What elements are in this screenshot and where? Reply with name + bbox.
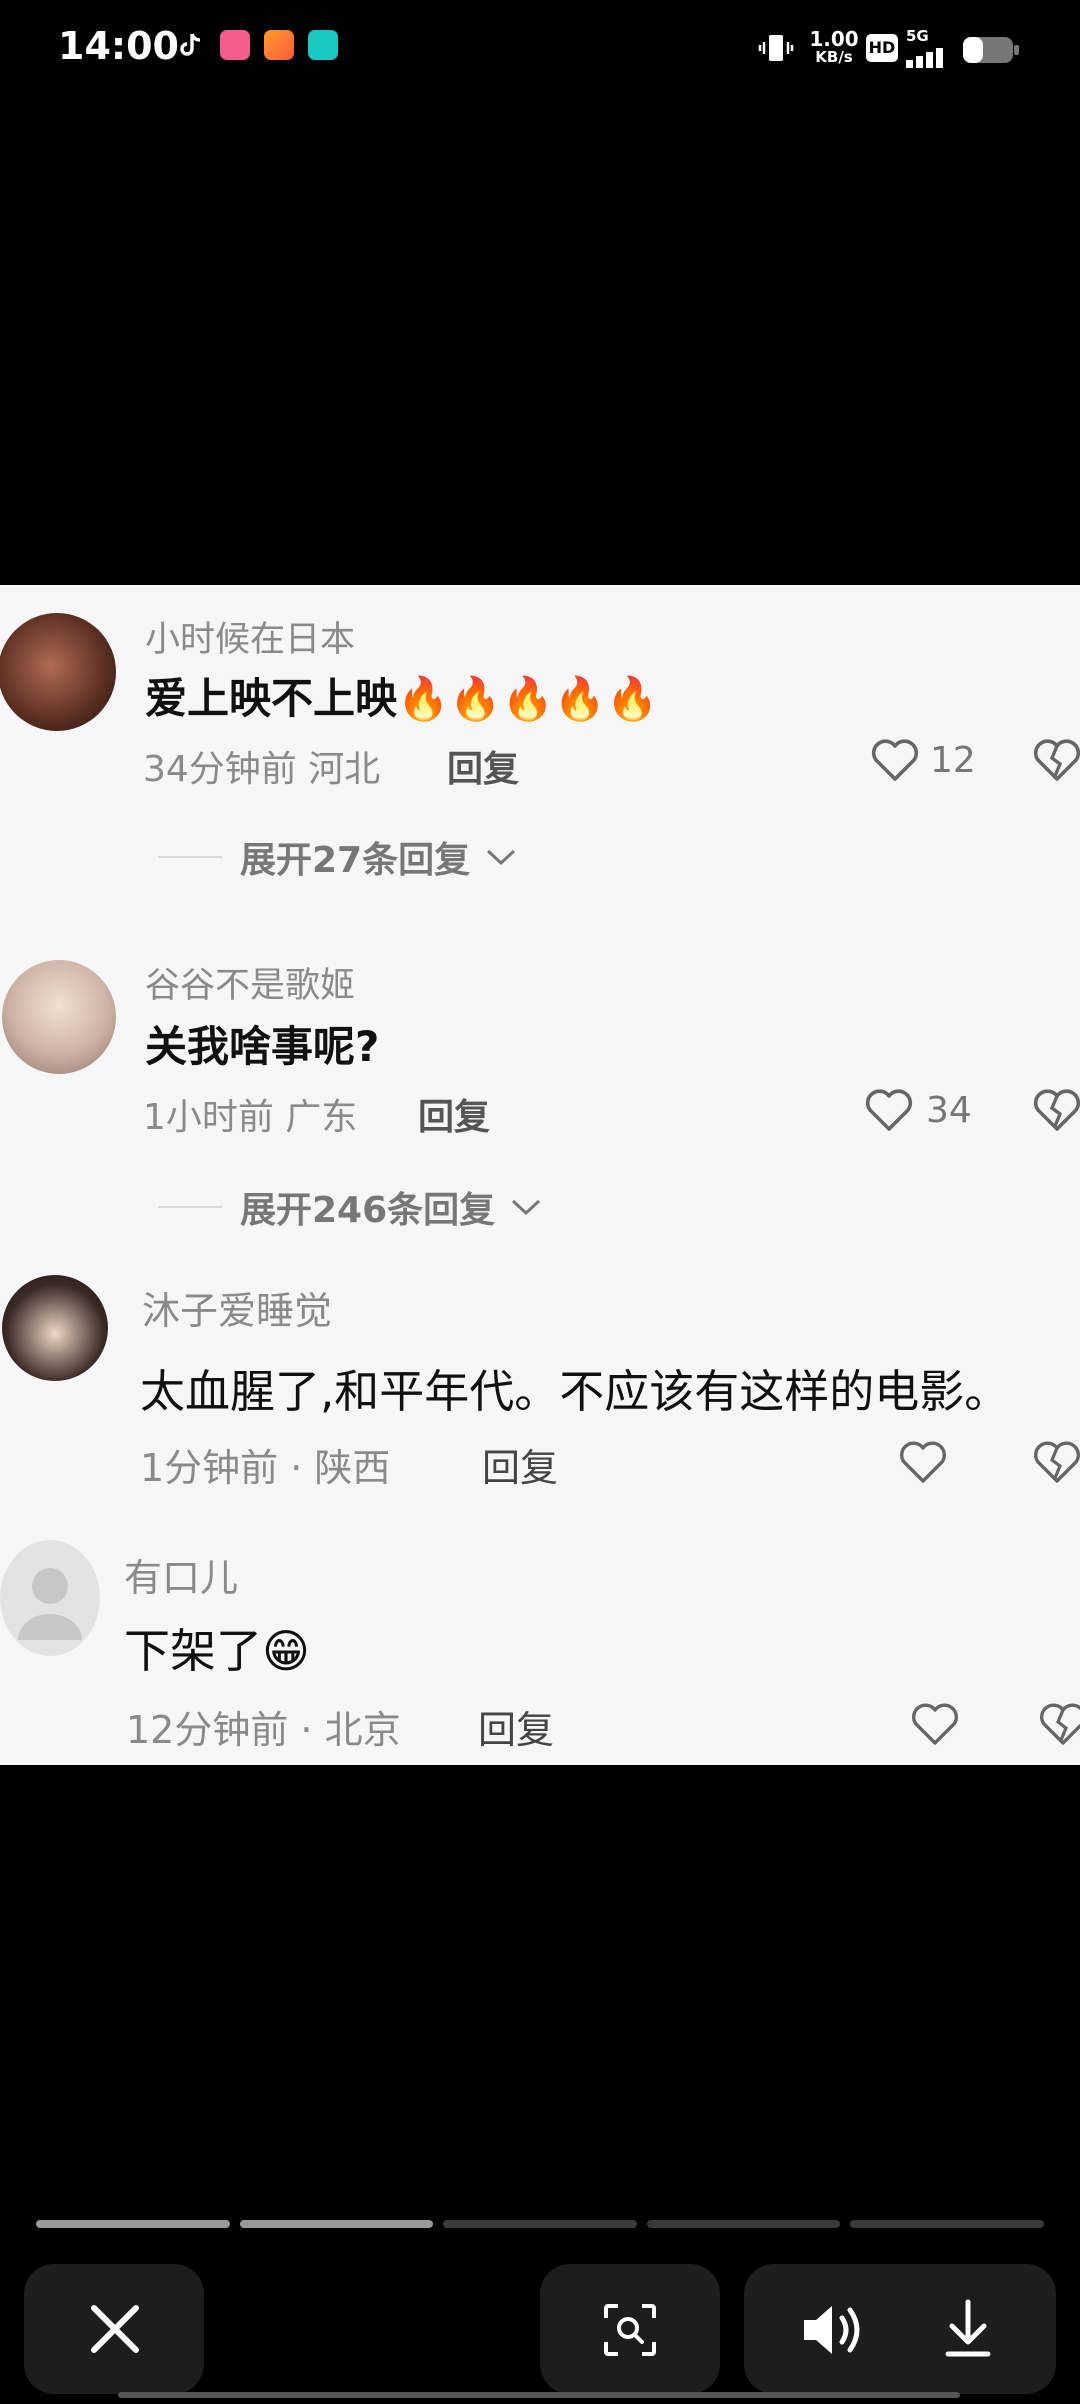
tiktok-lite-icon bbox=[308, 30, 338, 60]
avatar[interactable] bbox=[2, 960, 116, 1074]
hd-badge: HD bbox=[866, 34, 898, 62]
comment-meta: 1分钟前 · 陕西 bbox=[140, 1446, 391, 1490]
notification-icons bbox=[176, 30, 338, 60]
status-bar: 14:00 1.00 KB/s HD 5G bbox=[0, 0, 1080, 100]
dislike-icon[interactable] bbox=[1030, 1437, 1080, 1487]
reply-button[interactable]: 回复 bbox=[482, 1437, 558, 1492]
dislike-icon[interactable] bbox=[1030, 1085, 1080, 1135]
tiktok-icon bbox=[180, 33, 201, 56]
grin-emoji: 😁 bbox=[262, 1624, 310, 1678]
expand-label: 展开27条回复 bbox=[240, 840, 471, 881]
expand-replies[interactable]: 展开246条回复 bbox=[158, 1182, 543, 1232]
reply-button[interactable]: 回复 bbox=[478, 1699, 554, 1754]
pager-segment bbox=[239, 2220, 434, 2228]
dislike-icon[interactable] bbox=[1036, 1699, 1080, 1749]
speaker-icon[interactable] bbox=[800, 2302, 866, 2358]
media-controls bbox=[744, 2264, 1056, 2394]
battery-icon bbox=[963, 37, 1019, 63]
status-time: 14:00 bbox=[58, 24, 179, 68]
close-icon bbox=[91, 2305, 139, 2353]
like-icon[interactable] bbox=[862, 1085, 916, 1135]
video-app-icon bbox=[264, 30, 294, 60]
net-speed-value: 1.00 bbox=[809, 27, 859, 51]
comment-username[interactable]: 有口儿 bbox=[124, 1547, 238, 1602]
bilibili-icon bbox=[220, 30, 250, 60]
like-count: 12 bbox=[930, 740, 976, 781]
like-icon[interactable] bbox=[868, 735, 922, 785]
chevron-down-icon bbox=[512, 1199, 541, 1216]
avatar[interactable] bbox=[2, 1275, 108, 1381]
vibrate-icon bbox=[758, 35, 794, 61]
comment-text-body: 爱上映不上映 bbox=[145, 674, 398, 723]
pager-segment bbox=[36, 2220, 230, 2228]
signal-bars-icon bbox=[906, 48, 943, 68]
image-pager bbox=[36, 2220, 1044, 2228]
fire-emoji: 🔥🔥🔥🔥🔥 bbox=[397, 674, 659, 723]
like-icon[interactable] bbox=[896, 1437, 950, 1487]
comment-text: 下架了😁 bbox=[124, 1615, 310, 1681]
comment-screenshot: 小时候在日本 爱上映不上映🔥🔥🔥🔥🔥 34分钟前 河北 回复 12 展开27条回… bbox=[0, 585, 1080, 1765]
pager-segment bbox=[646, 2220, 841, 2228]
expand-divider bbox=[158, 1206, 222, 1208]
reply-button[interactable]: 回复 bbox=[447, 740, 519, 792]
pager-segment bbox=[443, 2220, 637, 2228]
comment-text: 爱上映不上映🔥🔥🔥🔥🔥 bbox=[145, 665, 659, 726]
image-search-button[interactable] bbox=[540, 2264, 720, 2394]
gesture-bar bbox=[118, 2392, 960, 2398]
comment-text: 太血腥了,和平年代。不应该有这样的电影。 bbox=[140, 1365, 1010, 1418]
reply-button[interactable]: 回复 bbox=[418, 1088, 490, 1140]
comment-meta: 34分钟前 河北 bbox=[143, 749, 381, 790]
chevron-down-icon bbox=[487, 849, 516, 866]
comment-username[interactable]: 谷谷不是歌姬 bbox=[145, 957, 355, 1008]
default-avatar-icon[interactable] bbox=[0, 1540, 100, 1656]
network-label: 5G bbox=[906, 27, 929, 45]
like-icon[interactable] bbox=[908, 1699, 962, 1749]
close-button[interactable] bbox=[24, 2264, 204, 2394]
comment-text-body: 下架了 bbox=[124, 1624, 262, 1678]
expand-label: 展开246条回复 bbox=[240, 1190, 496, 1231]
comment-username[interactable]: 沐子爱睡觉 bbox=[142, 1280, 332, 1335]
expand-divider bbox=[158, 856, 222, 858]
image-search-icon bbox=[604, 2304, 656, 2356]
comment-meta: 12分钟前 · 北京 bbox=[126, 1708, 401, 1752]
comment-text: 关我啥事呢? bbox=[145, 1022, 380, 1071]
avatar[interactable] bbox=[0, 613, 116, 731]
pager-segment bbox=[850, 2220, 1044, 2228]
net-speed: 1.00 KB/s bbox=[806, 27, 862, 66]
signal-indicator: 5G bbox=[906, 28, 962, 68]
like-count: 34 bbox=[926, 1090, 972, 1131]
expand-replies[interactable]: 展开27条回复 bbox=[158, 832, 518, 882]
download-icon[interactable] bbox=[940, 2298, 996, 2360]
dislike-icon[interactable] bbox=[1030, 735, 1080, 785]
comment-meta: 1小时前 广东 bbox=[143, 1097, 358, 1138]
comment-username[interactable]: 小时候在日本 bbox=[145, 611, 355, 662]
